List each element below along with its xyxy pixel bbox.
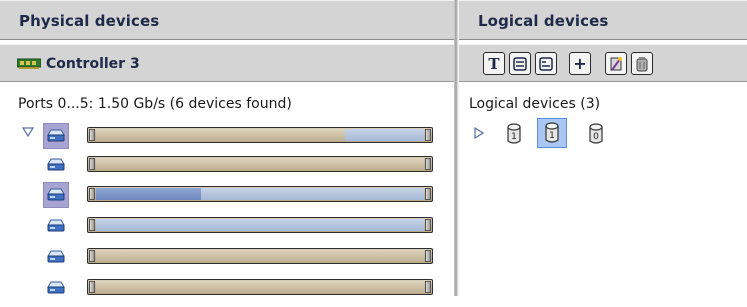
trash-icon: [636, 56, 648, 71]
bar-endcap-right: [425, 219, 431, 231]
logical-device-item[interactable]: 1: [537, 118, 567, 148]
logical-drive-number: 1: [549, 131, 555, 141]
bar-endcap-right: [425, 158, 431, 170]
ports-summary: Ports 0...5: 1.50 Gb/s (6 devices found): [18, 96, 292, 112]
free-space-segment: [345, 129, 424, 141]
bar-endcap-left: [89, 281, 95, 293]
disk-drive-icon: [47, 250, 65, 263]
wizard-button[interactable]: [605, 52, 627, 75]
disk-usage-bar[interactable]: [87, 248, 433, 264]
full-view-button[interactable]: [509, 52, 531, 75]
physical-device-row[interactable]: [0, 182, 454, 214]
bar-endcap-left: [89, 219, 95, 231]
delete-logical-device-button[interactable]: [631, 52, 653, 75]
physical-device-row[interactable]: [0, 156, 454, 184]
logical-toolbar: T +: [459, 44, 747, 82]
used-space-segment: [96, 158, 424, 170]
logical-drive-icon: 1: [545, 122, 559, 143]
physical-devices-pane: Physical devices Controller 3 Ports 0...…: [0, 0, 454, 296]
free-space-segment: [200, 188, 424, 200]
bar-endcap-right: [425, 129, 431, 141]
logical-device-item[interactable]: 0: [585, 121, 607, 147]
logical-devices-header: Logical devices: [459, 0, 747, 40]
disk-drive-button[interactable]: [43, 123, 69, 149]
disk-drive-button[interactable]: [43, 213, 69, 239]
disk-drive-icon: [47, 188, 65, 201]
assigned-segment: [96, 188, 201, 200]
logical-drive-icon: 0: [589, 123, 603, 144]
controller-bar[interactable]: Controller 3: [0, 44, 454, 82]
text-view-icon: T: [488, 54, 500, 73]
logical-devices-title: Logical devices: [478, 12, 609, 30]
controller-card-icon: [17, 58, 41, 69]
text-view-button[interactable]: T: [483, 52, 505, 75]
disk-drive-button[interactable]: [43, 182, 69, 208]
bar-endcap-left: [89, 188, 95, 200]
bar-endcap-left: [89, 129, 95, 141]
disk-drive-icon: [47, 281, 65, 294]
create-logical-device-button[interactable]: +: [569, 52, 591, 75]
disk-drive-icon: [47, 219, 65, 232]
bar-endcap-right: [425, 281, 431, 293]
compact-view-button[interactable]: [535, 52, 557, 75]
logical-drive-number: 0: [593, 132, 599, 142]
disk-drive-icon: [47, 129, 65, 142]
used-space-segment: [96, 129, 346, 141]
disk-drive-icon: [47, 158, 65, 171]
logical-devices-pane: Logical devices T + Logical devices (3) …: [459, 0, 747, 296]
compact-view-icon: [539, 56, 553, 71]
disk-usage-bar[interactable]: [87, 279, 433, 295]
physical-device-row[interactable]: [0, 248, 454, 276]
controller-label[interactable]: Controller 3: [46, 56, 140, 72]
physical-device-row[interactable]: [0, 123, 454, 155]
physical-devices-title: Physical devices: [19, 12, 160, 30]
full-view-icon: [513, 56, 527, 71]
bar-endcap-left: [89, 158, 95, 170]
disk-drive-button[interactable]: [43, 244, 69, 270]
bar-endcap-left: [89, 250, 95, 262]
logical-device-item[interactable]: 1: [503, 121, 525, 147]
free-space-segment: [96, 219, 424, 231]
disk-usage-bar[interactable]: [87, 156, 433, 172]
logical-drive-number: 1: [511, 132, 517, 142]
expand-triangle-icon[interactable]: [474, 127, 484, 139]
used-space-segment: [96, 250, 424, 262]
physical-device-row[interactable]: [0, 217, 454, 245]
physical-device-row[interactable]: [0, 279, 454, 307]
used-space-segment: [96, 281, 424, 293]
logical-drive-icon: 1: [507, 123, 521, 144]
disk-drive-button[interactable]: [43, 152, 69, 178]
bar-endcap-right: [425, 188, 431, 200]
disk-usage-bar[interactable]: [87, 186, 433, 202]
physical-devices-header: Physical devices: [0, 0, 454, 40]
logical-devices-summary: Logical devices (3): [469, 96, 601, 112]
disk-drive-button[interactable]: [43, 275, 69, 301]
bar-endcap-right: [425, 250, 431, 262]
disk-usage-bar[interactable]: [87, 127, 433, 143]
plus-icon: +: [573, 53, 587, 73]
wizard-icon: [610, 56, 622, 71]
disk-usage-bar[interactable]: [87, 217, 433, 233]
